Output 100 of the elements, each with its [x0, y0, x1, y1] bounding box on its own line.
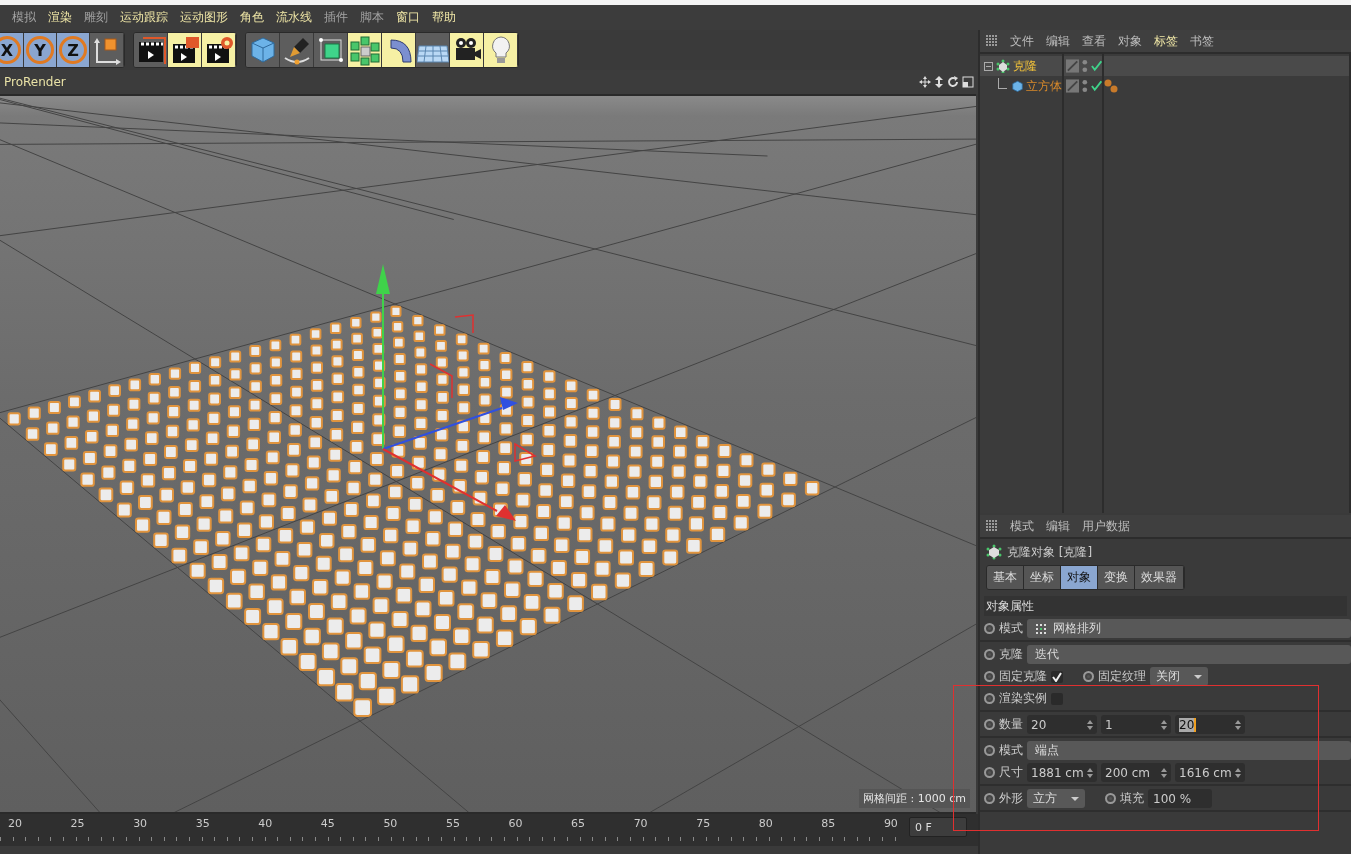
- keyframe-toggle[interactable]: [1083, 671, 1094, 682]
- menu-item[interactable]: 编辑: [1046, 32, 1070, 50]
- menu-item[interactable]: 角色: [234, 9, 270, 26]
- caret-icon: [1194, 674, 1202, 679]
- property-label: 模式: [999, 620, 1023, 637]
- check-icon: [1052, 671, 1062, 682]
- keyframe-toggle[interactable]: [984, 745, 995, 756]
- menu-item[interactable]: 用户数据: [1082, 517, 1130, 535]
- menu-item[interactable]: 模式: [1010, 517, 1034, 535]
- cube-array-drawing[interactable]: [7, 305, 820, 717]
- menu-item[interactable]: 文件: [1010, 32, 1034, 50]
- keyframe-toggle[interactable]: [984, 671, 995, 682]
- axis-lock-button[interactable]: Y: [24, 33, 57, 67]
- up-down-arrow-icon[interactable]: [934, 76, 944, 88]
- keyframe-toggle[interactable]: [984, 623, 995, 634]
- keyframe-toggle[interactable]: [984, 649, 995, 660]
- menu-item[interactable]: 雕刻: [78, 9, 114, 26]
- enabled-check-icon[interactable]: [1090, 60, 1102, 72]
- menu-item[interactable]: 插件: [318, 9, 354, 26]
- menu-item[interactable]: 帮助: [426, 9, 462, 26]
- number-field[interactable]: 20: [1027, 715, 1097, 734]
- dropdown[interactable]: 立方: [1027, 789, 1085, 808]
- property-label: 克隆: [999, 646, 1023, 663]
- object-name[interactable]: 立方体: [1026, 77, 1062, 95]
- menu-item[interactable]: 运动图形: [174, 9, 234, 26]
- frame-number: 70: [632, 817, 649, 830]
- tool-button[interactable]: [450, 33, 484, 67]
- cloner-icon: [986, 544, 1002, 560]
- tool-button[interactable]: [348, 33, 382, 67]
- spinner-arrows-icon: [1087, 719, 1093, 730]
- input-field[interactable]: 100 %: [1148, 789, 1212, 808]
- frame-number: 50: [382, 817, 399, 830]
- dropdown[interactable]: 网格排列: [1027, 619, 1351, 638]
- property-label: 数量: [999, 716, 1023, 733]
- menu-item[interactable]: 模拟: [6, 9, 42, 26]
- caret-icon: [1071, 796, 1079, 801]
- enabled-check-icon[interactable]: [1090, 80, 1102, 92]
- cloner-icon: [996, 59, 1010, 73]
- tool-button[interactable]: [202, 33, 236, 67]
- keyframe-toggle[interactable]: [1105, 793, 1116, 804]
- number-field[interactable]: 200 cm: [1101, 763, 1171, 782]
- grip-icon: [986, 35, 998, 47]
- number-field[interactable]: 20: [1175, 715, 1245, 734]
- property-label: 尺寸: [999, 764, 1023, 781]
- keyframe-toggle[interactable]: [984, 793, 995, 804]
- attribute-tab[interactable]: 对象: [1061, 566, 1098, 589]
- menu-item[interactable]: 书签: [1190, 32, 1214, 50]
- menu-item[interactable]: 窗口: [390, 9, 426, 26]
- axis-lock-button[interactable]: Z: [57, 33, 90, 67]
- object-name[interactable]: 克隆: [1013, 57, 1037, 75]
- keyframe-toggle[interactable]: [984, 693, 995, 704]
- edit-toggle-icon[interactable]: [1066, 79, 1080, 93]
- frame-number: 85: [820, 817, 837, 830]
- tool-button[interactable]: [382, 33, 416, 67]
- attribute-tab[interactable]: 效果器: [1135, 566, 1184, 589]
- move-icon[interactable]: [919, 76, 931, 88]
- axis-lock-button[interactable]: X: [0, 33, 24, 67]
- checkbox[interactable]: [1051, 670, 1063, 683]
- object-title: 克隆对象 [克隆]: [1007, 543, 1093, 561]
- menu-item[interactable]: 渲染: [42, 9, 78, 26]
- current-frame-field[interactable]: 0 F: [909, 817, 967, 837]
- number-field[interactable]: 1616 cm: [1175, 763, 1245, 782]
- spinner-arrows-icon: [1161, 719, 1167, 730]
- spinner-arrows-icon: [1161, 767, 1167, 778]
- collapse-toggle[interactable]: [984, 61, 993, 71]
- visibility-dots-icon[interactable]: [1082, 59, 1088, 73]
- tool-button[interactable]: [484, 33, 518, 67]
- frame-number: 30: [132, 817, 149, 830]
- tag-icon[interactable]: [1104, 79, 1118, 93]
- keyframe-toggle[interactable]: [984, 767, 995, 778]
- menu-item[interactable]: 运动跟踪: [114, 9, 174, 26]
- visibility-dots-icon[interactable]: [1082, 79, 1088, 93]
- menu-item[interactable]: 对象: [1118, 32, 1142, 50]
- rotate-icon[interactable]: [947, 76, 959, 88]
- window-icon[interactable]: [962, 76, 974, 88]
- dropdown[interactable]: 迭代: [1027, 645, 1351, 664]
- dropdown[interactable]: 端点: [1027, 741, 1351, 760]
- viewport-title: ProRender: [4, 75, 66, 89]
- menu-item[interactable]: 流水线: [270, 9, 318, 26]
- number-field[interactable]: 1: [1101, 715, 1171, 734]
- axis-gizmo-drawing[interactable]: [376, 264, 537, 521]
- menu-item[interactable]: 编辑: [1046, 517, 1070, 535]
- menu-item[interactable]: 查看: [1082, 32, 1106, 50]
- grid-dots-icon: [1035, 622, 1047, 635]
- number-field[interactable]: 1881 cm: [1027, 763, 1097, 782]
- edit-toggle-icon[interactable]: [1066, 59, 1080, 73]
- frame-number: 25: [69, 817, 86, 830]
- attribute-tab[interactable]: 坐标: [1024, 566, 1061, 589]
- property-label: 填充: [1120, 790, 1144, 807]
- property-label: 模式: [999, 742, 1023, 759]
- menu-item[interactable]: 脚本: [354, 9, 390, 26]
- menu-item[interactable]: 标签: [1154, 32, 1178, 50]
- tool-button[interactable]: [168, 33, 202, 67]
- attribute-tab[interactable]: 基本: [987, 566, 1024, 589]
- attribute-tab[interactable]: 变换: [1098, 566, 1135, 589]
- tool-button[interactable]: [134, 33, 168, 67]
- tool-button[interactable]: [416, 33, 450, 67]
- keyframe-toggle[interactable]: [984, 719, 995, 730]
- property-label: 固定克隆: [999, 668, 1047, 685]
- frame-number: 20: [7, 817, 23, 830]
